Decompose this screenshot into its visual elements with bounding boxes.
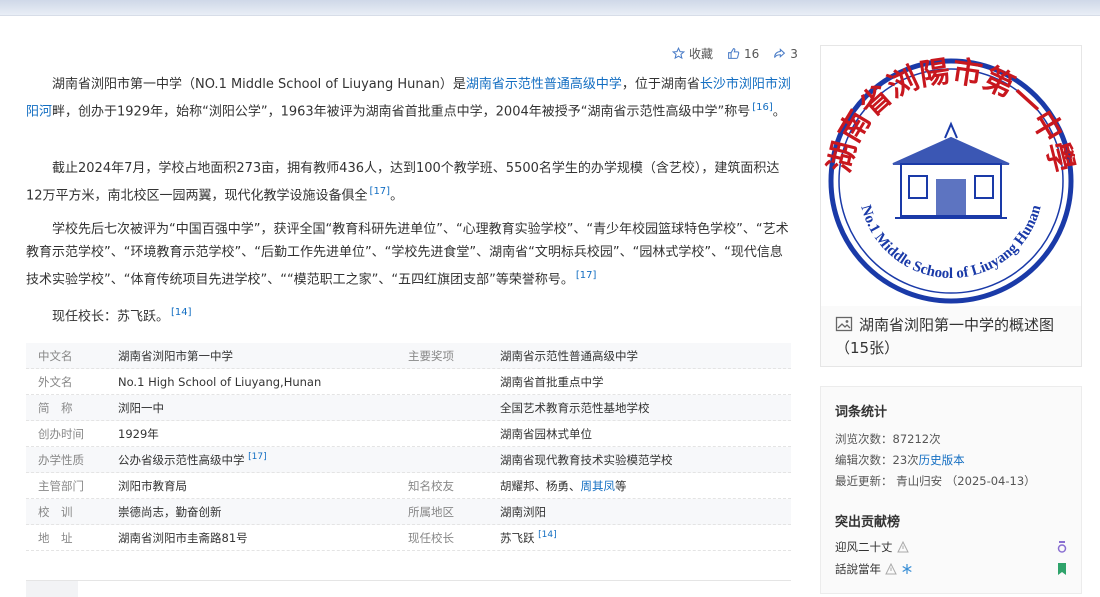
contributors-title: 突出贡献榜 <box>835 515 901 530</box>
alumni-text: 胡耀邦、杨勇、 <box>500 478 581 493</box>
table-row: 中文名 湖南省浏阳市第一中学 主要奖项 湖南省示范性普通高级中学 <box>26 343 791 369</box>
intro-paragraph-2: 截止2024年7月，学校占地面积273亩，拥有教师436人，达到100个教学班、… <box>26 157 791 207</box>
intro-paragraph-4: 现任校长：苏飞跃。 [14] <box>26 301 791 328</box>
info-value: 公办省级示范性高级中学 [17] <box>118 452 408 468</box>
browser-top-bar <box>0 0 1100 16</box>
info-value: 崇德尚志，勤奋创新 <box>118 504 222 519</box>
link-zhou-qifeng[interactable]: 周其凤 <box>581 479 616 493</box>
history-link[interactable]: 历史版本 <box>919 453 965 467</box>
school-logo-image: 湖南省浏陽市第一中學 No.1 Middle School of Liuyang… <box>821 46 1081 306</box>
reference-14[interactable]: [14] <box>538 530 556 540</box>
info-key: 创办时间 <box>38 426 84 441</box>
info-key: 所属地区 <box>408 504 454 519</box>
info-value: 浏阳一中 <box>118 400 164 415</box>
info-key: 主要奖项 <box>408 348 454 363</box>
share-icon <box>774 48 786 58</box>
table-row: 外文名 No.1 High School of Liuyang,Hunan 湖南… <box>26 369 791 395</box>
contributor-item[interactable]: 迎风二十丈 <box>835 539 1067 555</box>
p1-end: 。 <box>772 104 786 120</box>
image-icon <box>835 316 853 332</box>
info-value: 苏飞跃 [14] <box>500 530 791 546</box>
info-value: 湖南省浏阳市第一中学 <box>118 348 233 363</box>
stats-title: 词条统计 <box>835 405 888 420</box>
contributor-item[interactable]: 話說當年 <box>835 561 1067 577</box>
info-key: 办学性质 <box>38 452 84 467</box>
alumni-suffix: 等 <box>615 478 627 493</box>
reference-14[interactable]: [14] <box>171 307 192 318</box>
info-value: 湖南浏阳 <box>500 504 546 519</box>
like-count: 16 <box>744 46 760 61</box>
info-key: 简 称 <box>38 400 73 415</box>
caption-text: 湖南省浏阳第一中学的概述图 <box>859 316 1055 334</box>
share-button[interactable]: 3 <box>773 45 798 62</box>
table-row: 主管部门 浏阳市教育局 知名校友 胡耀邦、杨勇、周其凤等 <box>26 473 791 499</box>
star-icon <box>672 47 685 60</box>
bookmark-badge-icon <box>1058 563 1066 575</box>
last-updated: 最近更新： 青山归安 （2025-04-13） <box>835 474 1036 488</box>
info-key: 外文名 <box>38 374 73 389</box>
p1-text-a: 湖南省浏阳市第一中学（NO.1 Middle School of Liuyang… <box>52 77 466 92</box>
info-value: 1929年 <box>118 426 159 441</box>
link-demonstration-school[interactable]: 湖南省示范性普通高级中学 <box>466 77 622 92</box>
warning-icon <box>896 541 909 553</box>
summary-image-card[interactable]: 湖南省浏陽市第一中學 No.1 Middle School of Liuyang… <box>820 45 1082 367</box>
share-count: 3 <box>790 46 798 61</box>
info-key: 现任校长 <box>408 530 454 545</box>
info-value: 胡耀邦、杨勇、周其凤等 <box>500 478 791 494</box>
table-row: 简 称 浏阳一中 全国艺术教育示范性基地学校 <box>26 395 791 421</box>
link-liuyang-city[interactable]: 长沙市浏阳市 <box>700 77 778 92</box>
reference-17[interactable]: [17] <box>248 452 266 462</box>
intro-paragraph-1: 湖南省浏阳市第一中学（NO.1 Middle School of Liuyang… <box>26 73 791 123</box>
image-caption[interactable]: 湖南省浏阳第一中学的概述图 （15张） <box>835 314 1075 360</box>
edit-count-text: 编辑次数：23次 <box>835 453 919 467</box>
caption-count: （15张） <box>835 339 900 357</box>
info-value: 湖南省现代教育技术实验模范学校 <box>500 452 673 467</box>
p1-text-c: 畔，创办于1929年，始称“浏阳公学”，1963年被评为湖南省首批重点中学，20… <box>52 104 751 120</box>
info-value: 浏阳市教育局 <box>118 478 187 493</box>
favorite-label: 收藏 <box>689 47 714 61</box>
edit-count: 编辑次数：23次历史版本 <box>835 452 965 468</box>
info-key: 地 址 <box>38 530 73 545</box>
contributor-name: 話說當年 <box>835 562 881 576</box>
entry-stats-panel: 词条统计 浏览次数：87212次 编辑次数：23次历史版本 最近更新： 青山归安… <box>820 386 1082 594</box>
info-value: 湖南省首批重点中学 <box>500 374 604 389</box>
basic-info-table: 中文名 湖南省浏阳市第一中学 主要奖项 湖南省示范性普通高级中学 外文名 No.… <box>26 343 791 551</box>
school-seal-icon: 湖南省浏陽市第一中學 No.1 Middle School of Liuyang… <box>822 54 1080 304</box>
principal-name: 苏飞跃 <box>500 530 535 545</box>
p1-text-b: ，位于湖南省 <box>621 77 700 92</box>
action-bar: 收藏 16 3 <box>672 45 798 62</box>
warning-icon <box>885 563 897 575</box>
info-value: No.1 High School of Liuyang,Hunan <box>118 374 322 389</box>
info-value: 湖南省浏阳市圭斋路81号 <box>118 530 248 545</box>
medal-icon <box>1057 541 1067 553</box>
view-count: 浏览次数：87212次 <box>835 432 941 446</box>
info-value: 湖南省示范性普通高级中学 <box>500 348 638 363</box>
info-key: 主管部门 <box>38 478 84 493</box>
p3-text: 学校先后七次被评为“中国百强中学”，获评全国“教育科研先进单位”、“心理教育实验… <box>26 222 789 288</box>
like-button[interactable]: 16 <box>727 45 759 62</box>
info-value-text: 公办省级示范性高级中学 <box>118 452 245 467</box>
divider <box>26 580 791 581</box>
thumbs-up-icon <box>728 48 740 59</box>
info-key: 中文名 <box>38 348 73 363</box>
reference-16[interactable]: [16] <box>752 102 773 113</box>
table-row: 办学性质 公办省级示范性高级中学 [17] 湖南省现代教育技术实验模范学校 <box>26 447 791 473</box>
p4-text: 现任校长：苏飞跃。 <box>52 309 170 325</box>
reference-17[interactable]: [17] <box>370 186 391 197</box>
info-value: 全国艺术教育示范性基地学校 <box>500 400 650 415</box>
favorite-button[interactable]: 收藏 <box>672 45 713 62</box>
gate-drawing <box>892 121 1010 219</box>
table-row: 创办时间 1929年 湖南省园林式单位 <box>26 421 791 447</box>
table-row: 校 训 崇德尚志，勤奋创新 所属地区 湖南浏阳 <box>26 499 791 525</box>
info-key: 知名校友 <box>408 478 454 493</box>
info-value: 湖南省园林式单位 <box>500 426 592 441</box>
contributor-name: 迎风二十丈 <box>835 540 893 554</box>
intro-paragraph-3: 学校先后七次被评为“中国百强中学”，获评全国“教育科研先进单位”、“心理教育实验… <box>26 218 791 291</box>
snowflake-icon <box>902 564 912 574</box>
p2-end: 。 <box>390 188 404 204</box>
bottom-tab <box>26 581 78 597</box>
table-row: 地 址 湖南省浏阳市圭斋路81号 现任校长 苏飞跃 [14] <box>26 525 791 551</box>
info-key: 校 训 <box>38 504 73 519</box>
reference-17[interactable]: [17] <box>576 270 597 281</box>
